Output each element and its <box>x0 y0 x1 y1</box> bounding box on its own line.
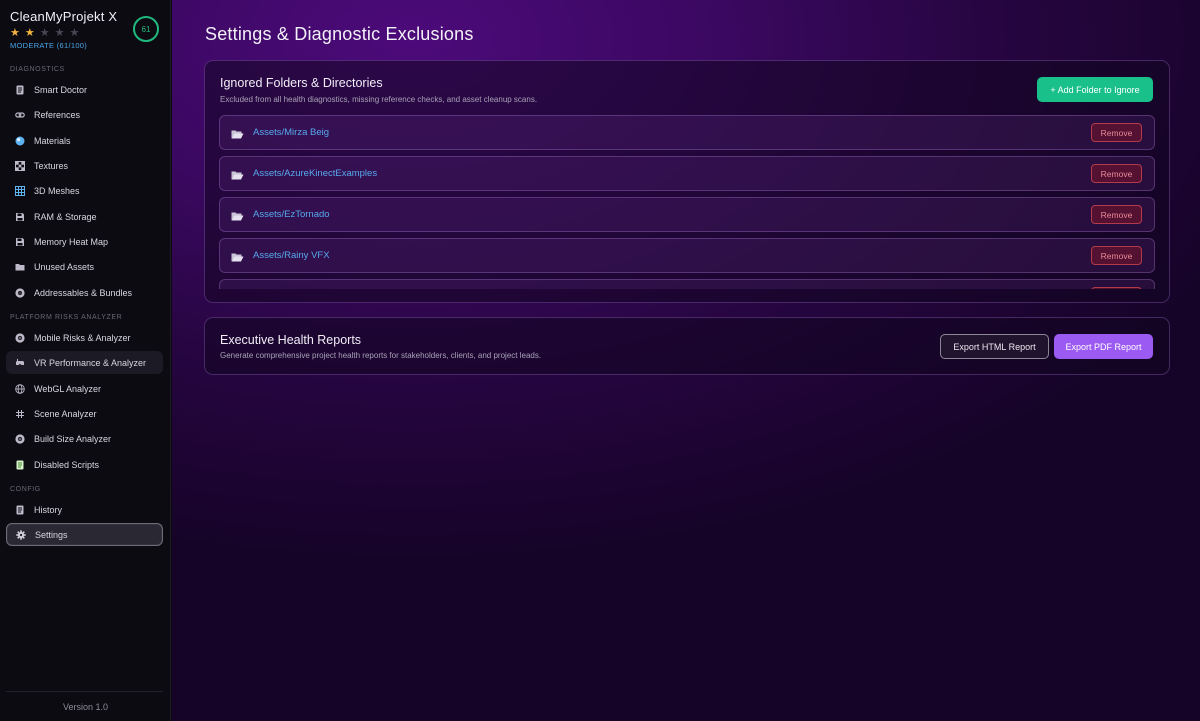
sidebar-item-label: Unused Assets <box>34 261 95 272</box>
rating-stars: ★★★★★ <box>10 27 117 39</box>
page-title: Settings & Diagnostic Exclusions <box>205 24 474 44</box>
document-icon <box>15 505 25 515</box>
sidebar-item-label: Materials <box>34 135 71 146</box>
sidebar-item-3d-meshes[interactable]: 3D Meshes <box>6 179 163 202</box>
health-reports-card: Executive Health Reports Generate compre… <box>204 317 1170 375</box>
sidebar-item-ram-storage[interactable]: RAM & Storage <box>6 205 163 228</box>
sidebar-item-memory-heat-map[interactable]: Memory Heat Map <box>6 230 163 253</box>
folder-open-icon <box>231 168 244 180</box>
document-icon <box>15 85 25 95</box>
remove-button[interactable]: Remove <box>1091 246 1142 265</box>
sidebar-item-label: Smart Doctor <box>34 84 88 95</box>
sidebar-item-vr-performance[interactable]: VR Performance & Analyzer <box>6 351 163 374</box>
vr-icon <box>15 358 25 368</box>
sidebar-item-mobile-risks[interactable]: Mobile Risks & Analyzer <box>6 326 163 349</box>
sidebar-item-label: Scene Analyzer <box>34 408 97 419</box>
folder-icon <box>15 262 25 272</box>
radiation-icon <box>15 332 25 343</box>
sidebar-item-label: Disabled Scripts <box>34 459 100 470</box>
sidebar-item-label: Memory Heat Map <box>34 236 109 247</box>
folder-open-icon <box>231 127 244 139</box>
main-content: Settings & Diagnostic Exclusions Ignored… <box>172 0 1200 721</box>
section-label-platform-risks: PLATFORM RISKS ANALYZER <box>10 314 123 321</box>
sidebar-item-label: WebGL Analyzer <box>34 383 102 394</box>
sidebar-item-label: 3D Meshes <box>34 185 80 196</box>
sidebar-item-references[interactable]: References <box>6 103 163 126</box>
link-icon <box>15 110 25 120</box>
floppy-icon <box>15 212 25 222</box>
sidebar-item-label: RAM & Storage <box>34 211 97 222</box>
folder-open-icon <box>231 209 244 221</box>
folder-path: Assets/AzureKinectExamples <box>253 168 378 179</box>
list-item: Assets/Rainy VFX Remove <box>219 238 1155 273</box>
list-item: Assets/Mirza Beig Remove <box>219 115 1155 150</box>
sidebar: CleanMyProjekt X ★★★★★ MODERATE (61/100)… <box>0 0 171 721</box>
folder-path: Assets/Rainy VFX <box>253 250 330 261</box>
health-score-ring: 61 <box>133 16 159 42</box>
gear-icon <box>16 529 26 540</box>
grid-icon <box>15 185 25 196</box>
sidebar-divider <box>6 691 163 692</box>
sidebar-item-label: History <box>34 504 63 515</box>
section-label-diagnostics: DIAGNOSTICS <box>10 66 65 73</box>
sidebar-item-build-size[interactable]: Build Size Analyzer <box>6 427 163 450</box>
sidebar-item-label: Mobile Risks & Analyzer <box>34 332 131 343</box>
radiation-icon <box>15 287 25 298</box>
sidebar-item-label: Textures <box>34 160 69 171</box>
folder-path: Assets/Mirza Beig <box>253 127 330 138</box>
folder-path: Assets/EzTornado <box>253 209 330 220</box>
sidebar-item-label: Settings <box>35 529 68 540</box>
sidebar-item-label: Addressables & Bundles <box>34 287 133 298</box>
star-empty-icon: ★ <box>39 27 55 39</box>
radiation-icon <box>15 433 25 444</box>
checker-icon <box>15 160 25 171</box>
list-item: Assets/EzTornado Remove <box>219 197 1155 232</box>
sidebar-item-unused-assets[interactable]: Unused Assets <box>6 255 163 278</box>
ignored-folders-list[interactable]: Assets/Mirza Beig Remove Assets/AzureKin… <box>219 115 1155 289</box>
list-item: Assets/AzureKinectExamples Remove <box>219 156 1155 191</box>
sidebar-item-label: VR Performance & Analyzer <box>34 357 147 368</box>
card-title: Ignored Folders & Directories <box>220 76 383 90</box>
ignored-folders-card: Ignored Folders & Directories Excluded f… <box>204 60 1170 303</box>
sidebar-item-webgl[interactable]: WebGL Analyzer <box>6 377 163 400</box>
star-empty-icon: ★ <box>69 27 85 39</box>
sidebar-item-materials[interactable]: Materials <box>6 129 163 152</box>
sidebar-item-disabled-scripts[interactable]: Disabled Scripts <box>6 453 163 476</box>
remove-button[interactable]: Remove <box>1091 205 1142 224</box>
script-icon <box>15 460 25 470</box>
star-filled-icon: ★ <box>10 27 25 39</box>
sphere-icon <box>15 136 25 146</box>
app-title: CleanMyProjekt X <box>10 9 118 24</box>
version-label: Version 1.0 <box>62 702 109 712</box>
star-filled-icon: ★ <box>24 27 40 39</box>
remove-button[interactable]: Remove <box>1091 123 1142 142</box>
sidebar-item-history[interactable]: History <box>6 498 163 521</box>
sidebar-item-scene-analyzer[interactable]: Scene Analyzer <box>6 402 163 425</box>
remove-button-partial[interactable] <box>1091 287 1142 289</box>
card-subtitle: Excluded from all health diagnostics, mi… <box>220 95 538 104</box>
export-html-button[interactable]: Export HTML Report <box>940 334 1049 359</box>
floppy-icon <box>15 237 25 247</box>
sidebar-item-smart-doctor[interactable]: Smart Doctor <box>6 78 163 101</box>
sidebar-item-label: Build Size Analyzer <box>34 433 112 444</box>
sidebar-item-label: References <box>34 109 81 120</box>
add-folder-button[interactable]: + Add Folder to Ignore <box>1037 77 1153 102</box>
folder-open-icon <box>231 250 244 262</box>
star-empty-icon: ★ <box>54 27 70 39</box>
brand: CleanMyProjekt X ★★★★★ MODERATE (61/100) <box>10 9 117 50</box>
sidebar-item-settings[interactable]: Settings <box>6 523 163 546</box>
section-label-config: CONFIG <box>10 486 41 493</box>
card-title: Executive Health Reports <box>220 333 362 347</box>
sidebar-item-addressables[interactable]: Addressables & Bundles <box>6 281 163 304</box>
hash-icon <box>15 409 25 419</box>
sidebar-item-textures[interactable]: Textures <box>6 154 163 177</box>
card-subtitle: Generate comprehensive project health re… <box>220 351 542 360</box>
export-pdf-button[interactable]: Export PDF Report <box>1054 334 1153 359</box>
globe-icon <box>15 383 25 394</box>
remove-button[interactable]: Remove <box>1091 164 1142 183</box>
health-status: MODERATE (61/100) <box>10 41 88 50</box>
list-item-partial <box>219 279 1155 289</box>
